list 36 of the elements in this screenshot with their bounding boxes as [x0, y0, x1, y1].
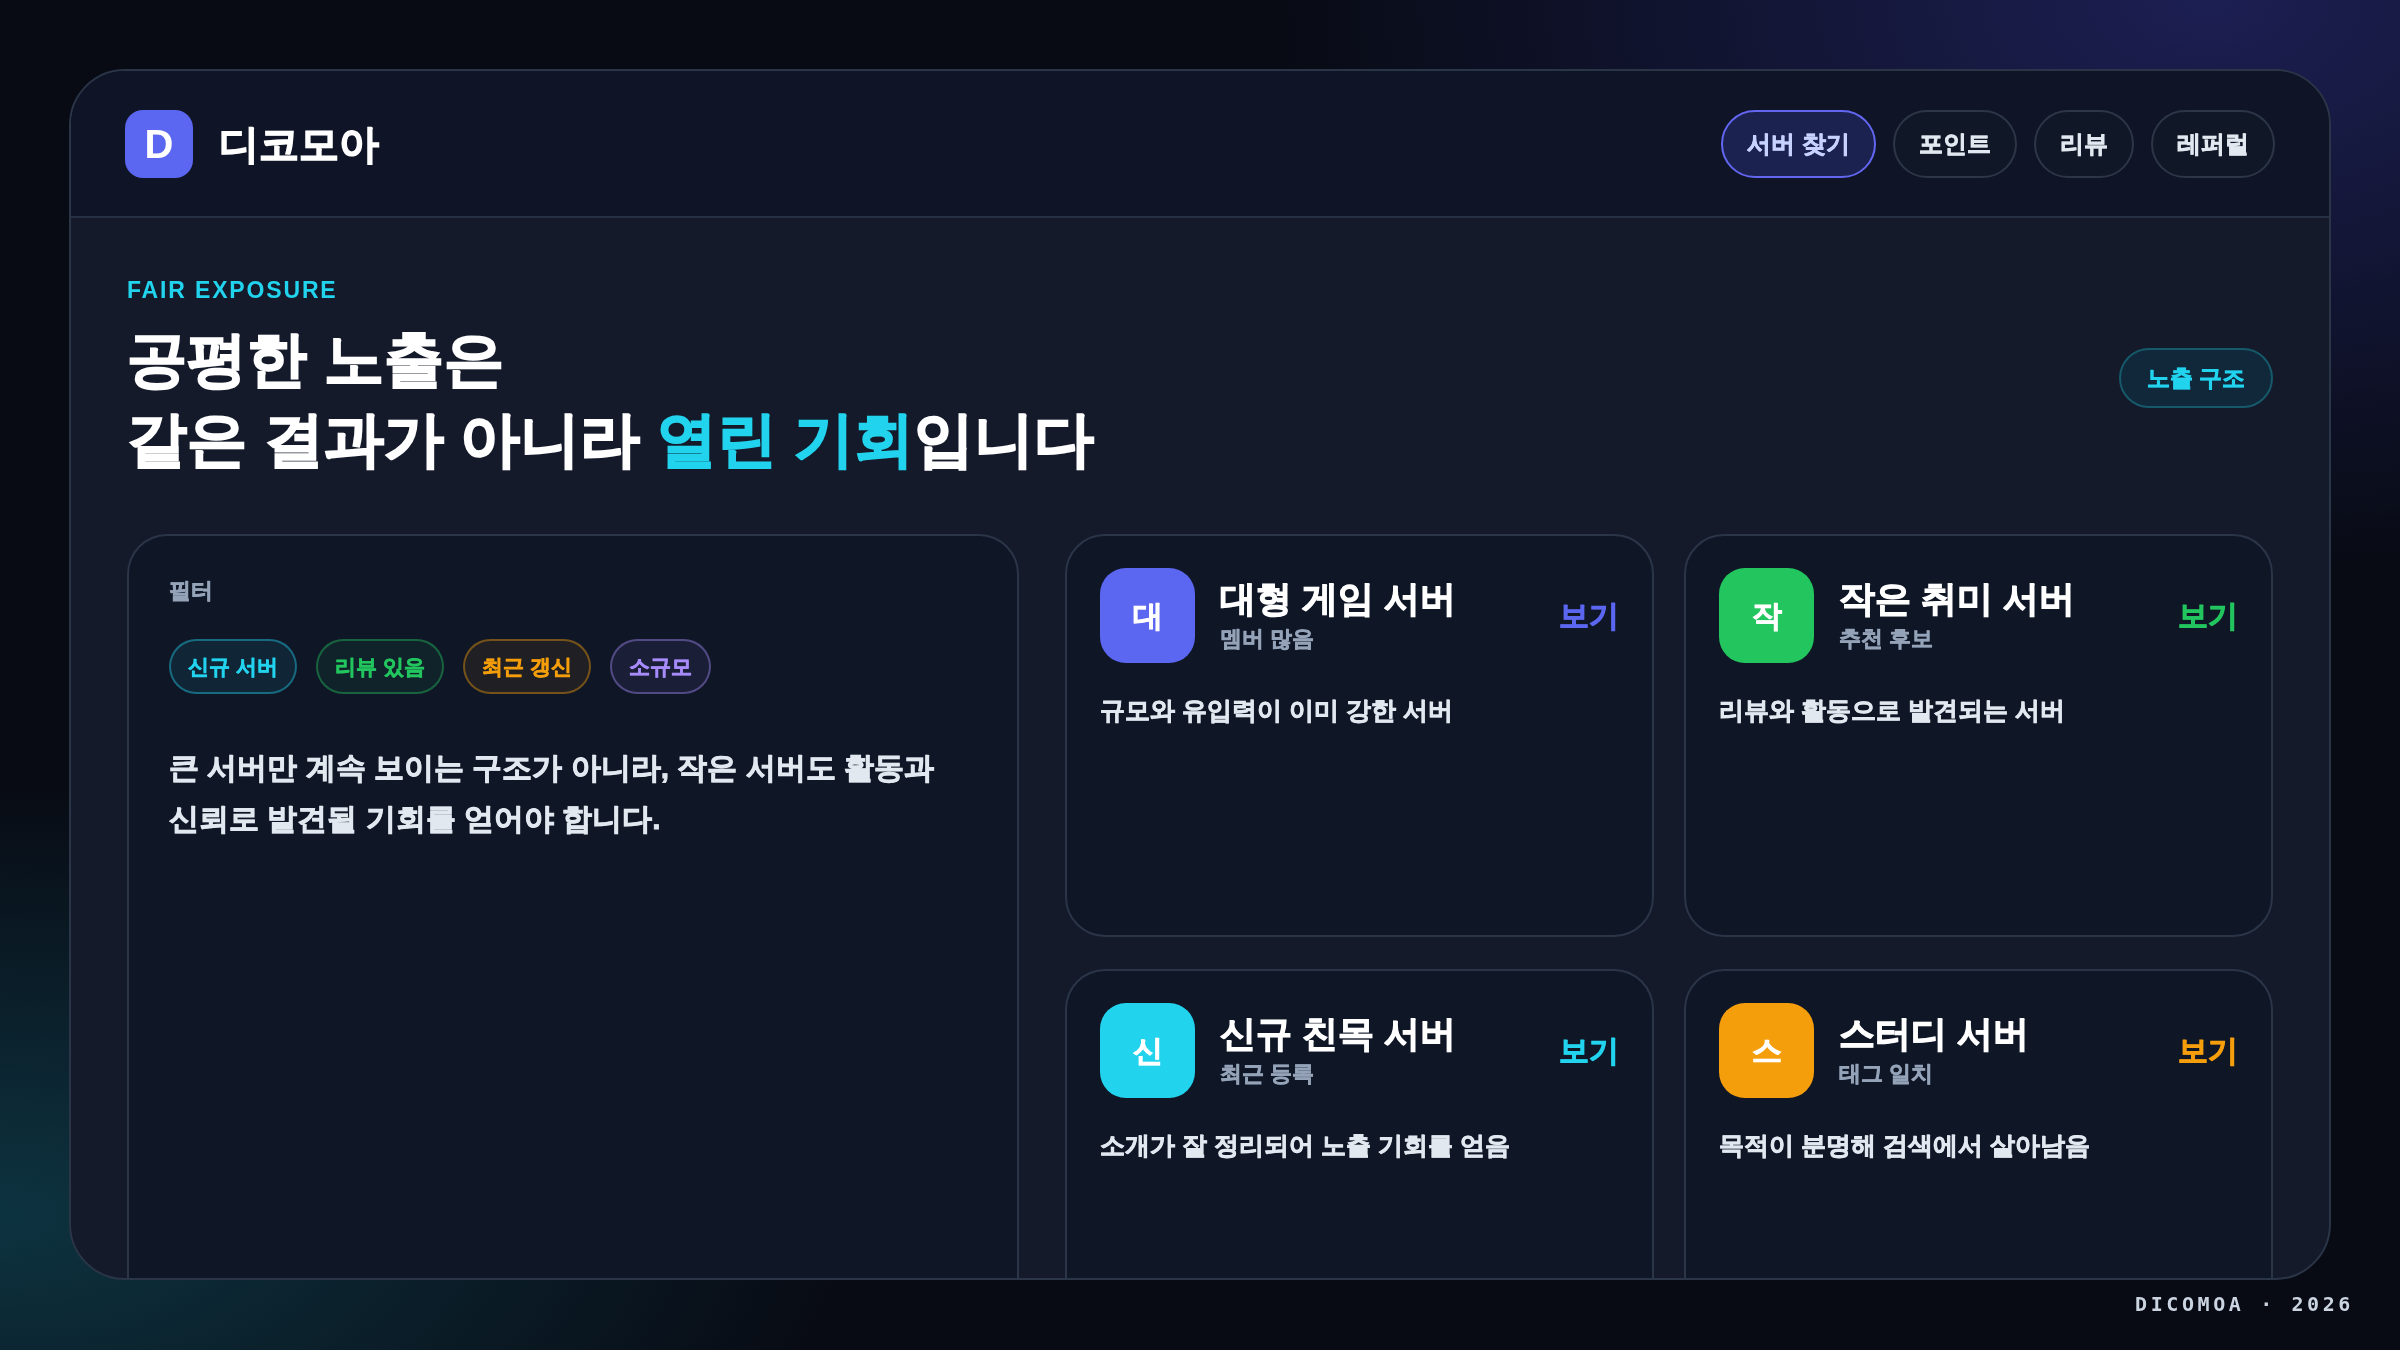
filter-label: 필터: [169, 577, 213, 605]
filter-chip[interactable]: 최근 갱신: [462, 639, 591, 694]
filter-chip[interactable]: 소규모: [609, 639, 711, 694]
footer-text: DICOMOA · 2026: [2135, 1291, 2354, 1318]
server-description: 규모와 유입력이 이미 강한 서버: [1100, 695, 1453, 726]
server-name: 작은 취미 서버: [1839, 576, 2075, 621]
view-link[interactable]: 보기: [2178, 593, 2238, 638]
initial-tile: 대: [1100, 568, 1195, 663]
initial-tile: 신: [1100, 1003, 1195, 1098]
server-subtitle: 멤버 많음: [1220, 624, 1315, 653]
initial-tile: 작: [1719, 568, 1814, 663]
brand-name: 디코모아: [219, 120, 379, 168]
server-name: 대형 게임 서버: [1220, 576, 1456, 621]
filter-chip[interactable]: 리뷰 있음: [315, 639, 444, 694]
server-description: 소개가 잘 정리되어 노출 기회를 얻음: [1100, 1130, 1510, 1161]
nav-tab[interactable]: 리뷰: [2034, 109, 2134, 178]
logo-mark: D: [125, 109, 193, 178]
filter-chip[interactable]: 신규 서버: [169, 639, 297, 694]
nav-tab[interactable]: 포인트: [1893, 109, 2017, 178]
view-link[interactable]: 보기: [1559, 1028, 1619, 1073]
nav-tab[interactable]: 레퍼럴: [2151, 109, 2275, 178]
server-subtitle: 추천 후보: [1839, 624, 1934, 653]
server-subtitle: 최근 등록: [1220, 1059, 1315, 1088]
section-badge: 노출 구조: [2118, 348, 2273, 408]
server-name: 스터디 서버: [1839, 1011, 2029, 1056]
server-subtitle: 태그 일치: [1839, 1059, 1934, 1088]
server-name: 신규 친목 서버: [1220, 1011, 1456, 1056]
view-link[interactable]: 보기: [2178, 1028, 2238, 1073]
hero-heading: 공평한 노출은 같은 결과가 아니라 열린 기회입니다: [127, 325, 1094, 475]
eyebrow-text: FAIR EXPOSURE: [127, 276, 338, 304]
server-description: 리뷰와 활동으로 발견되는 서버: [1719, 695, 2065, 726]
nav-tab[interactable]: 서버 찾기: [1721, 109, 1876, 178]
panel-description: 큰 서버만 계속 보이는 구조가 아니라, 작은 서버도 활동과 신뢰로 발견될 기회를 얻어야 합니다.: [169, 750, 935, 837]
server-description: 목적이 분명해 검색에서 살아남음: [1719, 1130, 2090, 1161]
initial-tile: 스: [1719, 1003, 1814, 1098]
view-link[interactable]: 보기: [1559, 593, 1619, 638]
